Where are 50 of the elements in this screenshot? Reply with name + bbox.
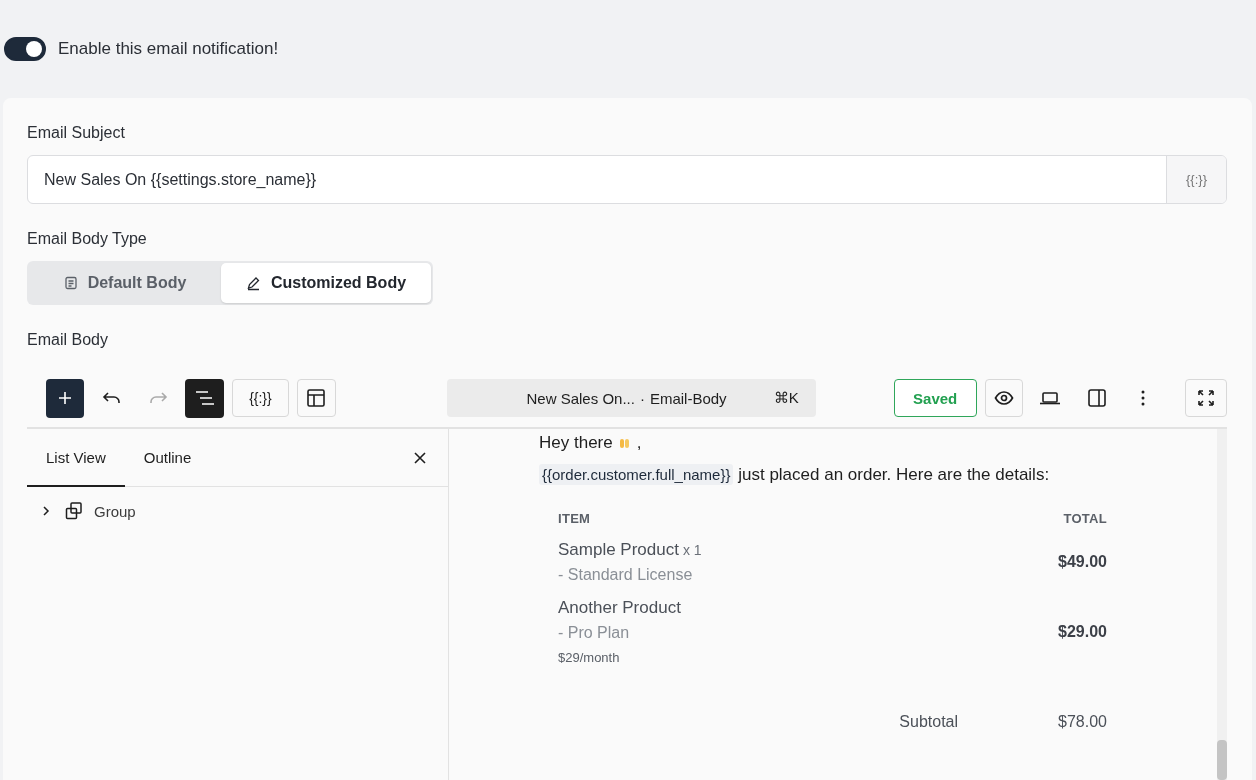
tree-item[interactable]: Group xyxy=(27,487,448,535)
body-type-option[interactable]: Customized Body xyxy=(221,263,431,303)
line-total: $49.00 xyxy=(1058,553,1107,571)
subtotal-label: Subtotal xyxy=(899,713,959,731)
column-header: ITEM xyxy=(558,511,591,526)
quantity-text: x 1 xyxy=(682,542,702,558)
list-view-button[interactable] xyxy=(185,378,224,418)
product-name: Sample Product xyxy=(558,540,679,559)
plus-icon xyxy=(57,390,74,406)
line-total: $29.00 xyxy=(1058,622,1107,641)
field-label: Email Body xyxy=(27,331,109,349)
fullscreen-button[interactable] xyxy=(1184,379,1227,417)
list-view-icon xyxy=(193,389,216,407)
field-label: Email Body Type xyxy=(27,230,148,248)
intro-text: just placed an order. Here are the details: xyxy=(738,465,1050,484)
close-icon[interactable] xyxy=(412,449,428,466)
pencil-icon xyxy=(245,275,261,291)
price-note: $29/month xyxy=(558,650,621,665)
subject-field[interactable]: New Sales On {{settings.store_name}} {{:}} xyxy=(27,155,1227,204)
layout-button[interactable] xyxy=(297,379,336,417)
merge-tag-button[interactable]: {{:}} xyxy=(1166,156,1226,203)
redo-icon xyxy=(148,390,169,406)
add-block-button[interactable] xyxy=(46,378,85,418)
panel-tab[interactable]: Outline xyxy=(124,429,211,487)
command-bar[interactable]: New Sales On... · Email-Body ⌘K xyxy=(446,379,816,417)
product-detail: - Pro Plan xyxy=(558,624,631,642)
notification-label: Enable this email notification! xyxy=(58,39,279,59)
preview-button[interactable] xyxy=(984,379,1024,417)
panel-tab[interactable]: List View xyxy=(27,429,125,487)
sidebar-icon xyxy=(1086,388,1107,408)
merge-tag-button[interactable]: {{:}} xyxy=(231,379,290,417)
body-type-option[interactable]: Default Body xyxy=(29,263,221,303)
column-header: TOTAL xyxy=(1063,511,1107,526)
scrollbar-thumb[interactable] xyxy=(1217,740,1227,780)
greeting-text: Hey there xyxy=(539,433,613,453)
layout-icon xyxy=(306,388,327,408)
product-detail: - Standard License xyxy=(558,566,694,584)
undo-icon xyxy=(101,390,122,406)
fullscreen-icon xyxy=(1196,389,1215,407)
document-icon xyxy=(63,276,78,290)
subtotal-value: $78.00 xyxy=(1058,713,1107,731)
group-icon xyxy=(64,501,84,521)
toggle-switch[interactable] xyxy=(4,37,46,61)
merge-tag: {{order.customer.full_name}} xyxy=(539,464,734,485)
eye-icon xyxy=(993,390,1014,406)
greeting-punctuation: , xyxy=(636,433,642,453)
field-label: Email Subject xyxy=(27,124,126,142)
laptop-icon xyxy=(1039,390,1062,406)
more-icon xyxy=(1140,389,1147,407)
product-name: Another Product xyxy=(558,598,681,617)
